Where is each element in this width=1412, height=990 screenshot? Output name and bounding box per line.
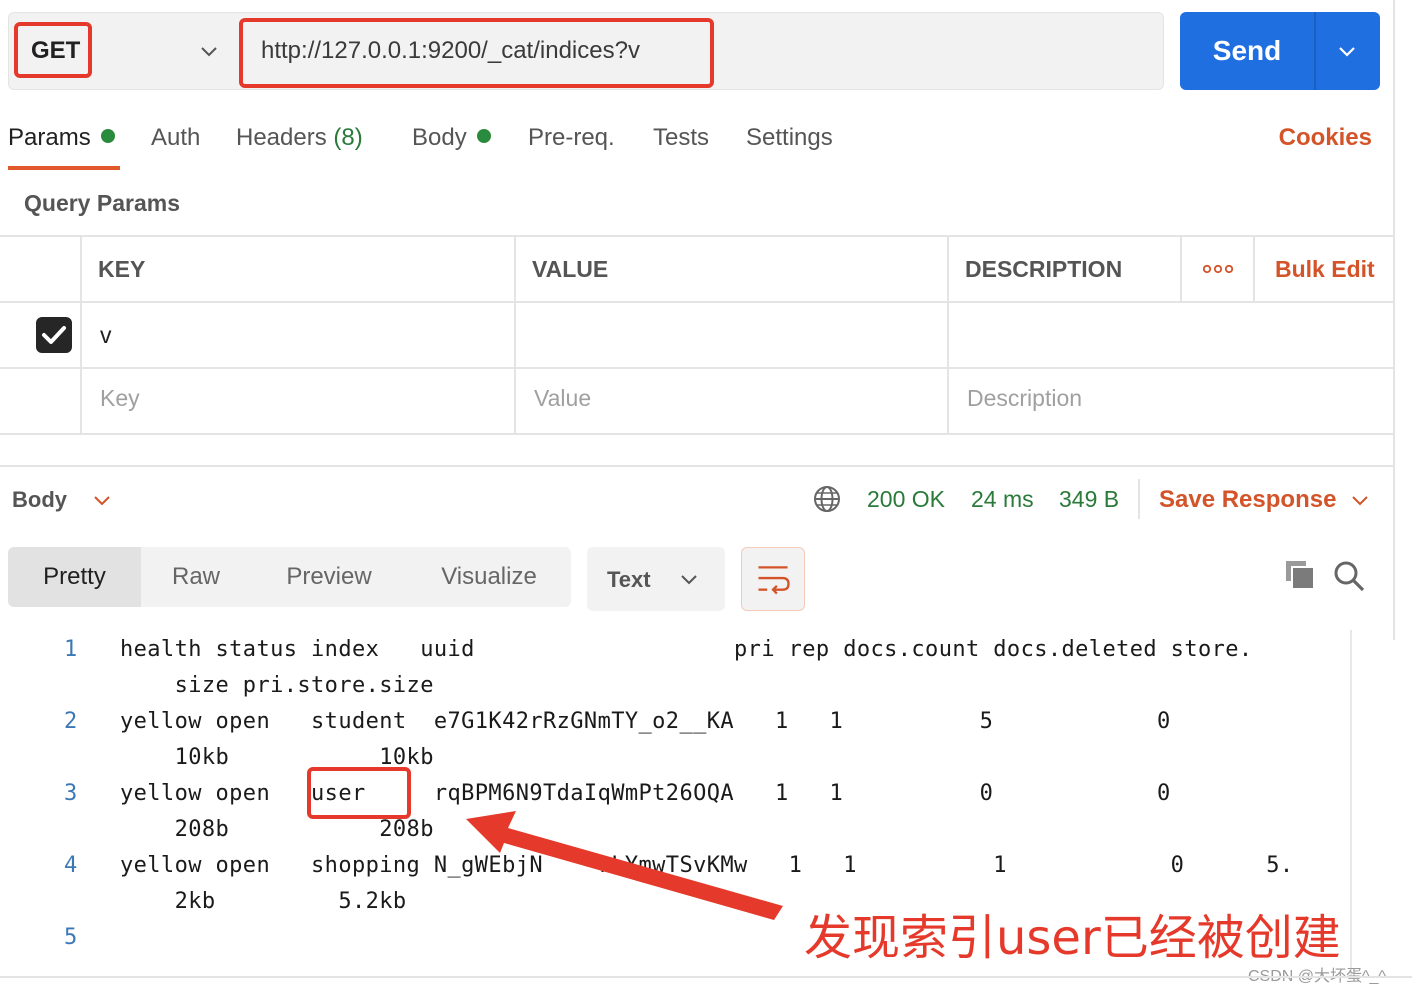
method-highlight-box <box>14 22 92 78</box>
param-enabled-checkbox[interactable] <box>36 317 72 353</box>
table-border <box>0 433 1394 435</box>
query-params-title: Query Params <box>24 190 180 216</box>
send-divider <box>1314 12 1316 90</box>
scrollbar[interactable] <box>1350 630 1380 976</box>
view-mode-switcher: Pretty Raw Preview Visualize <box>8 547 571 607</box>
bulk-edit-link[interactable]: Bulk Edit <box>1275 256 1375 283</box>
panel-edge <box>1393 0 1395 640</box>
code-line-wrap: 208b 208b <box>120 817 434 842</box>
checkmark-icon <box>42 326 66 344</box>
tab-params-label: Params <box>8 124 91 151</box>
param-key-field[interactable]: v <box>100 322 112 349</box>
format-label: Text <box>607 567 651 592</box>
code-line: yellow open student e7G1K42rRzGNmTY_o2__… <box>120 709 1267 734</box>
tab-pre-request[interactable]: Pre-req. <box>528 124 615 152</box>
active-tab-indicator <box>8 166 120 170</box>
tab-auth-label: Auth <box>151 124 201 151</box>
new-description-field[interactable]: Description <box>967 385 1082 412</box>
tab-tests-label: Tests <box>653 124 710 151</box>
save-response-button[interactable]: Save Response <box>1159 486 1336 514</box>
annotation-text: 发现索引user已经被创建 <box>804 910 1341 966</box>
tab-headers-count: (8) <box>333 124 363 151</box>
table-border <box>0 367 1394 369</box>
tab-headers[interactable]: Headers (8) <box>236 124 363 152</box>
code-line-wrap: size pri.store.size <box>120 673 434 698</box>
line-number: 3 <box>64 781 78 806</box>
response-size[interactable]: 349 B <box>1059 486 1119 513</box>
response-body-label[interactable]: Body <box>12 487 67 513</box>
table-divider <box>514 235 516 435</box>
chevron-down-icon[interactable] <box>1336 41 1358 61</box>
new-value-field[interactable]: Value <box>534 385 591 412</box>
status-code[interactable]: 200 OK <box>867 486 945 513</box>
watermark: CSDN @大坏蛋^_^ <box>1248 968 1386 985</box>
tab-settings[interactable]: Settings <box>746 124 833 152</box>
table-divider <box>947 235 949 435</box>
column-header-description: DESCRIPTION <box>965 256 1123 282</box>
view-preview[interactable]: Preview <box>251 547 407 607</box>
meta-divider <box>1138 479 1140 519</box>
copy-icon[interactable] <box>1285 560 1315 590</box>
line-number: 2 <box>64 709 78 734</box>
tab-auth[interactable]: Auth <box>151 124 200 152</box>
column-header-key: KEY <box>98 256 146 282</box>
tab-headers-label: Headers <box>236 124 327 151</box>
tab-settings-label: Settings <box>746 124 833 151</box>
view-pretty[interactable]: Pretty <box>8 547 141 607</box>
globe-icon[interactable] <box>812 484 842 514</box>
code-line: yellow open user rqBPM6N9TdaIqWmPt26OQA … <box>120 781 1267 806</box>
view-visualize[interactable]: Visualize <box>407 547 571 607</box>
table-divider <box>1180 235 1182 303</box>
send-label: Send <box>1212 35 1282 66</box>
chevron-down-icon[interactable] <box>1350 490 1370 510</box>
cookies-link[interactable]: Cookies <box>1279 124 1372 152</box>
tab-tests[interactable]: Tests <box>653 124 709 152</box>
chevron-down-icon <box>681 575 697 585</box>
response-time[interactable]: 24 ms <box>971 486 1034 513</box>
wrap-lines-button[interactable] <box>741 547 805 611</box>
new-key-field[interactable]: Key <box>100 385 140 412</box>
line-number: 1 <box>64 637 78 662</box>
line-number: 4 <box>64 853 78 878</box>
chevron-down-icon[interactable] <box>92 490 112 510</box>
view-raw[interactable]: Raw <box>141 547 251 607</box>
status-dot-icon <box>476 129 491 143</box>
bottom-border <box>0 976 1412 978</box>
code-line: yellow open shopping N_gWEbjN rLYmwTSvKM… <box>120 853 1294 878</box>
tab-body-label: Body <box>412 124 467 151</box>
tab-params[interactable]: Params <box>8 124 115 152</box>
status-dot-icon <box>100 129 115 143</box>
tab-body[interactable]: Body <box>412 124 491 152</box>
table-border <box>0 301 1394 303</box>
more-options-icon[interactable] <box>1203 264 1233 274</box>
wrap-lines-icon <box>758 566 790 595</box>
response-divider <box>0 465 1394 467</box>
column-header-value: VALUE <box>532 256 609 282</box>
format-dropdown[interactable]: Text <box>587 547 725 611</box>
line-number: 5 <box>64 925 78 950</box>
user-index-highlight-box <box>307 767 411 819</box>
table-border <box>0 235 1394 237</box>
search-icon[interactable] <box>1333 560 1365 592</box>
chevron-down-icon <box>201 47 217 57</box>
code-line-wrap: 2kb 5.2kb <box>120 889 407 914</box>
url-highlight-box <box>239 18 714 88</box>
table-divider <box>80 235 82 435</box>
tab-pre-request-label: Pre-req. <box>528 124 615 151</box>
code-line: health status index uuid pri rep docs.co… <box>120 637 1253 662</box>
send-button[interactable]: Send <box>1180 12 1380 90</box>
table-divider <box>1253 235 1255 303</box>
